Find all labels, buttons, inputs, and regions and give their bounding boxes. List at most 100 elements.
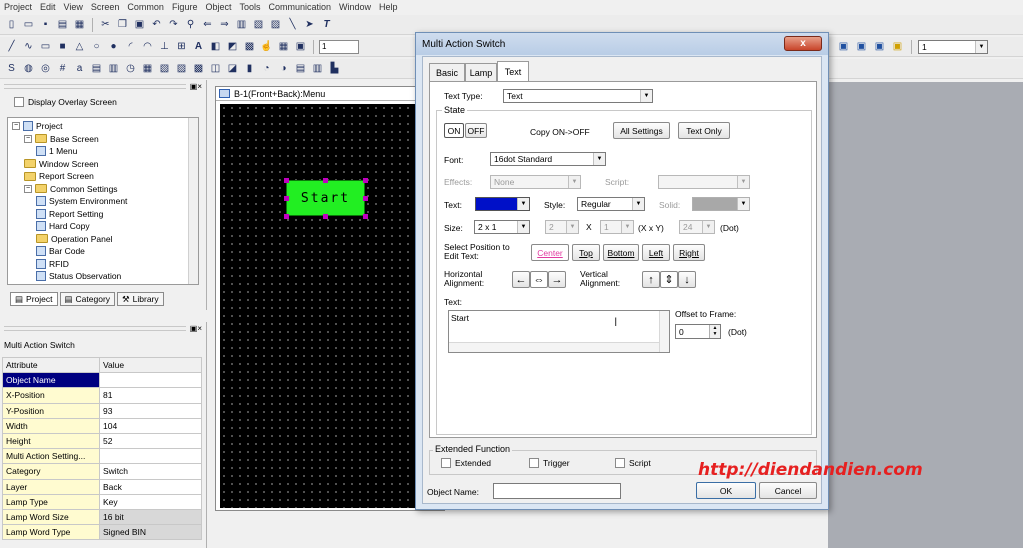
graph-icon[interactable]: ▩ — [191, 61, 206, 76]
device-icon[interactable]: ▨ — [268, 17, 283, 32]
close-button[interactable]: x — [784, 36, 822, 51]
property-value[interactable] — [99, 372, 202, 389]
open-folder-icon[interactable]: ▭ — [21, 17, 36, 32]
scale-icon[interactable]: ⊥ — [157, 39, 172, 54]
tab-lamp[interactable]: Lamp — [465, 63, 497, 81]
text-only-button[interactable]: Text Only — [678, 122, 730, 139]
text-type-select[interactable]: Text ▼ — [503, 89, 653, 103]
multi-action-switch[interactable]: Start — [286, 180, 365, 216]
menu-object[interactable]: Object — [205, 2, 231, 12]
tree-item[interactable]: Report Screen — [8, 170, 198, 183]
property-row[interactable]: Lamp Word Type Signed BIN — [2, 524, 202, 541]
switch-icon[interactable]: S — [4, 61, 19, 76]
offset-stepper[interactable]: 0 ▲ ▼ — [675, 324, 721, 339]
tree-item[interactable]: 1 Menu — [8, 145, 198, 158]
property-row[interactable]: Object Name — [2, 372, 202, 389]
tree-item[interactable]: − Project — [8, 120, 198, 133]
tab-category[interactable]: ▤ Category — [59, 292, 116, 306]
property-row[interactable]: Width 104 — [2, 417, 202, 434]
align-left-button[interactable]: ← — [512, 271, 530, 288]
property-value[interactable]: Switch — [99, 463, 202, 480]
ascii-display-icon[interactable]: a — [72, 61, 87, 76]
menu-project[interactable]: Project — [4, 2, 32, 12]
panel-icon[interactable]: ▥ — [310, 61, 325, 76]
property-value[interactable]: 104 — [99, 417, 202, 434]
menu-tools[interactable]: Tools — [239, 2, 260, 12]
filled-circle-icon[interactable]: ● — [106, 39, 121, 54]
size-dot-select[interactable]: 24 ▼ — [679, 220, 715, 234]
new-file-icon[interactable]: ▯ — [4, 17, 19, 32]
menu-figure[interactable]: Figure — [172, 2, 198, 12]
spin-arrows-icon[interactable]: ▲ ▼ — [709, 325, 720, 338]
comment-icon[interactable]: ▥ — [106, 61, 121, 76]
tree-item[interactable]: Bar Code — [8, 245, 198, 258]
bit-lamp-icon[interactable]: ◍ — [21, 61, 36, 76]
project-tree[interactable]: − Project − Base Screen 1 Menu Window Screen R… — [7, 117, 199, 285]
solid-color-picker[interactable]: ▼ — [692, 197, 750, 211]
property-row[interactable]: Y-Position 93 — [2, 402, 202, 419]
script-option[interactable]: Script — [615, 458, 651, 468]
screen-icon[interactable]: ▥ — [234, 17, 249, 32]
effects-select[interactable]: None ▼ — [490, 175, 581, 189]
tree-item[interactable]: Operation Panel — [8, 233, 198, 246]
recipe-icon[interactable]: ▨ — [174, 61, 189, 76]
text-color-picker[interactable]: ▼ — [475, 197, 530, 211]
resize-handle[interactable] — [363, 214, 368, 219]
print-icon[interactable]: ▦ — [72, 17, 87, 32]
property-value[interactable]: 52 — [99, 432, 202, 450]
tab-text[interactable]: Text — [497, 61, 529, 81]
line-width-field[interactable]: 1 — [319, 39, 359, 54]
property-row[interactable]: Lamp Word Size 16 bit — [2, 508, 202, 526]
menu-help[interactable]: Help — [379, 2, 398, 12]
pie-graph-icon[interactable]: ◔ — [259, 61, 274, 76]
front-layer-icon[interactable]: ▣ — [854, 39, 869, 54]
redo-icon[interactable]: ↷ — [166, 17, 181, 32]
ok-button[interactable]: OK — [696, 482, 756, 499]
resize-handle[interactable] — [363, 178, 368, 183]
text-scrollbar-vertical[interactable] — [659, 311, 669, 352]
tree-item[interactable]: Window Screen — [8, 158, 198, 171]
zoom-combo[interactable]: 1 ▼ — [918, 39, 988, 54]
size-select[interactable]: 2 x 1 ▼ — [474, 220, 530, 234]
property-value[interactable]: 81 — [99, 387, 202, 404]
layer-icon[interactable]: ▣ — [836, 39, 851, 54]
state-on-button[interactable]: ON — [444, 123, 464, 138]
style-select[interactable]: Regular ▼ — [577, 197, 645, 211]
bar-graph-icon[interactable]: ▮ — [242, 61, 257, 76]
tab-library[interactable]: ⚒ Library — [117, 292, 164, 306]
script-select[interactable]: ▼ — [658, 175, 750, 189]
tree-item[interactable]: RFID — [8, 258, 198, 271]
text-tool-icon[interactable]: T — [319, 17, 334, 32]
numeric-display-icon[interactable]: # — [55, 61, 70, 76]
property-value[interactable]: 16 bit — [99, 508, 202, 526]
sector-icon[interactable]: ◠ — [140, 39, 155, 54]
align-right-button[interactable]: → — [548, 271, 566, 288]
level-icon[interactable]: ◪ — [225, 61, 240, 76]
menu-view[interactable]: View — [64, 2, 83, 12]
text-icon[interactable]: A — [191, 39, 206, 54]
align-bottom-button[interactable]: ↓ — [678, 271, 696, 288]
align-middle-button[interactable]: ⇕ — [660, 271, 678, 288]
trend-icon[interactable]: ◫ — [208, 61, 223, 76]
back-icon[interactable]: ⇐ — [200, 17, 215, 32]
object-name-input[interactable] — [493, 483, 621, 499]
menu-window[interactable]: Window — [339, 2, 371, 12]
collapse-icon[interactable]: − — [24, 134, 32, 143]
circle-icon[interactable]: ○ — [89, 39, 104, 54]
menu-communication[interactable]: Communication — [268, 2, 331, 12]
position-bottom-button[interactable]: Bottom — [603, 244, 639, 261]
state-off-button[interactable]: OFF — [465, 123, 487, 138]
tree-item[interactable]: − Common Settings — [8, 183, 198, 196]
word-lamp-icon[interactable]: ◎ — [38, 61, 53, 76]
resize-handle[interactable] — [284, 178, 289, 183]
resize-handle[interactable] — [284, 196, 289, 201]
text-scrollbar-horizontal[interactable] — [449, 342, 659, 352]
screen-canvas[interactable]: Start — [220, 104, 442, 508]
image-icon[interactable]: ▩ — [242, 39, 257, 54]
position-left-button[interactable]: Left — [642, 244, 670, 261]
back-layer-icon[interactable]: ▣ — [872, 39, 887, 54]
property-row[interactable]: X-Position 81 — [2, 387, 202, 404]
cut-icon[interactable]: ✂ — [98, 17, 113, 32]
tree-item[interactable]: Report Setting — [8, 208, 198, 221]
property-row[interactable]: Layer Back — [2, 478, 202, 495]
